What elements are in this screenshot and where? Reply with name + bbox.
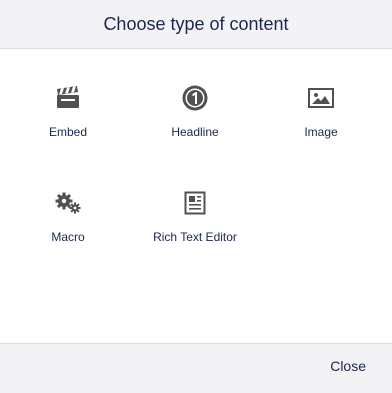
content-type-label: Headline xyxy=(171,125,219,139)
close-button[interactable]: Close xyxy=(330,358,366,374)
content-type-headline[interactable]: Headline xyxy=(132,77,258,147)
document-icon xyxy=(180,188,210,218)
content-type-label: Macro xyxy=(51,230,85,244)
content-type-macro[interactable]: Macro xyxy=(5,182,131,252)
dialog-header: Choose type of content xyxy=(0,0,392,49)
content-type-label: Rich Text Editor xyxy=(153,230,237,244)
content-type-dialog: Choose type of content Embed Headline Im… xyxy=(0,0,392,393)
image-icon xyxy=(306,83,336,113)
content-type-grid: Embed Headline Image Macro Rich Text Edi… xyxy=(0,49,392,343)
number-one-icon xyxy=(180,83,210,113)
clapperboard-icon xyxy=(53,83,83,113)
content-type-rich-text-editor[interactable]: Rich Text Editor xyxy=(132,182,258,252)
dialog-title: Choose type of content xyxy=(103,13,289,34)
dialog-footer: Close xyxy=(0,343,392,393)
content-type-image[interactable]: Image xyxy=(258,77,384,147)
content-type-embed[interactable]: Embed xyxy=(5,77,131,147)
content-type-label: Embed xyxy=(48,125,88,139)
content-type-label: Image xyxy=(304,125,338,139)
gears-icon xyxy=(53,188,83,218)
